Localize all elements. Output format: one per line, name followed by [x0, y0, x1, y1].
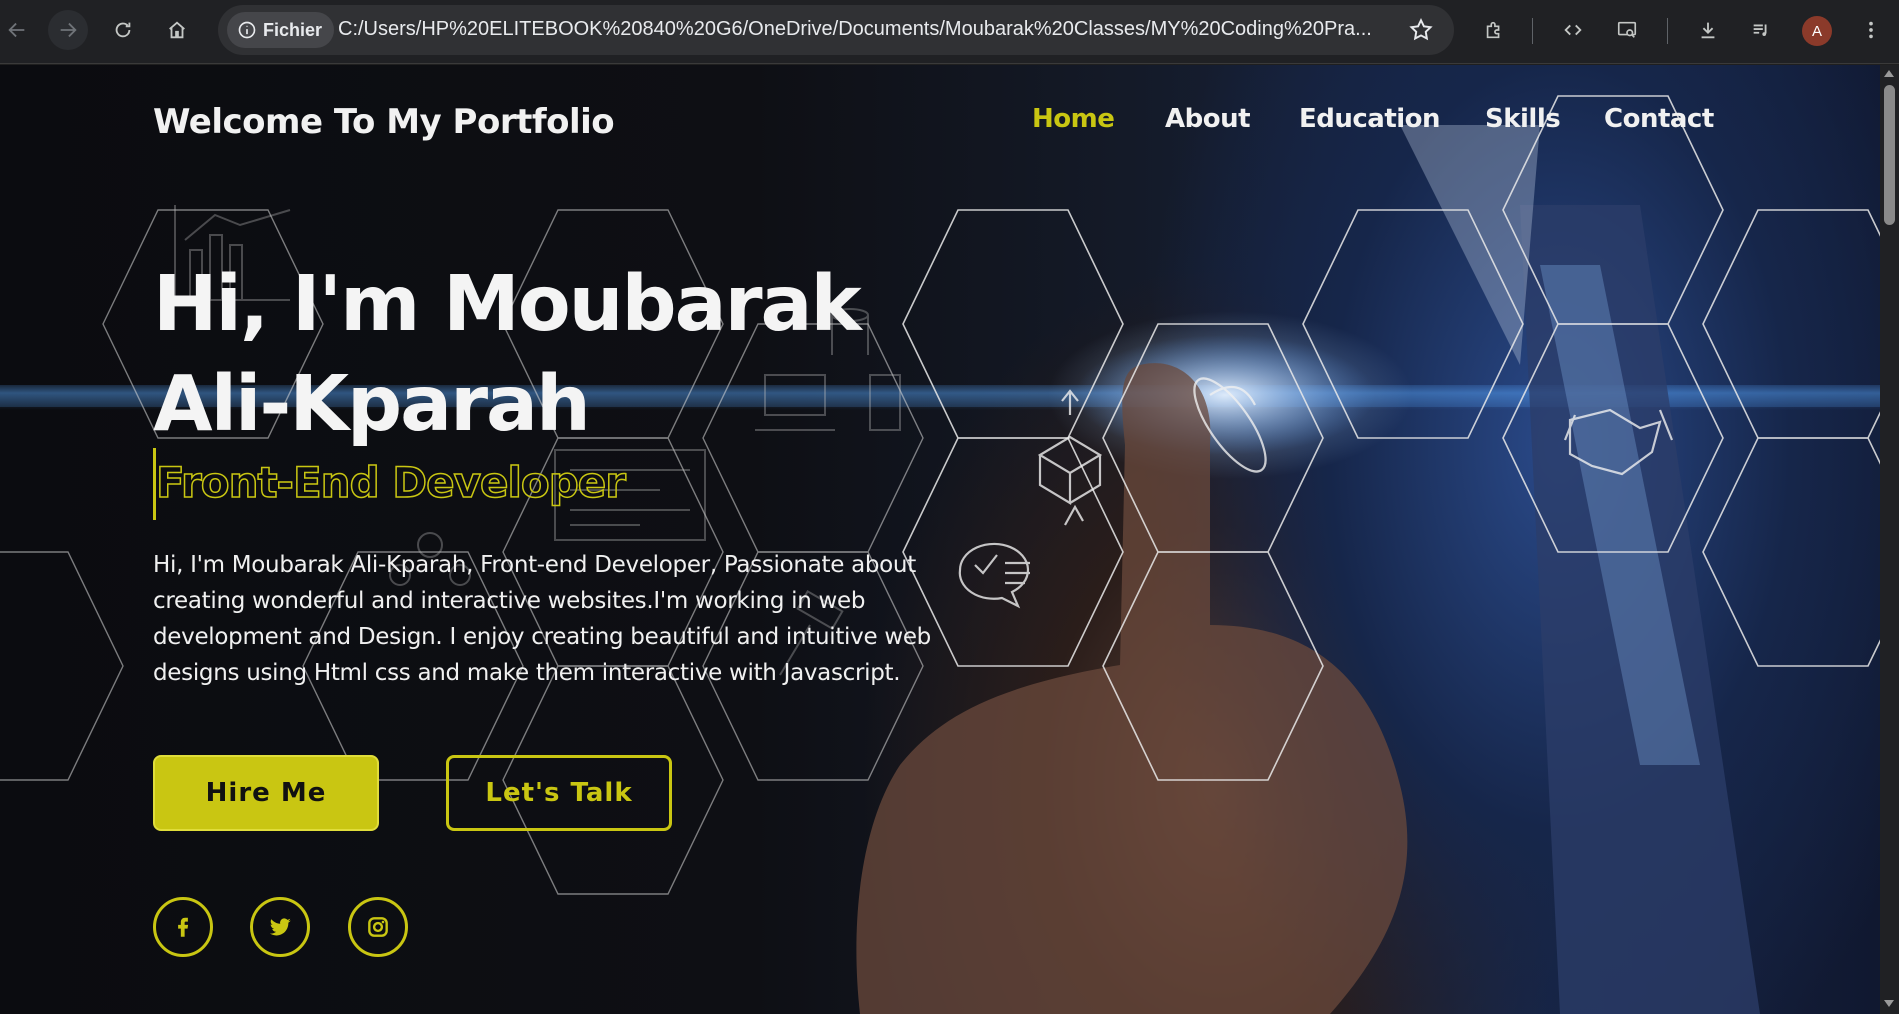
hexagon-background	[0, 95, 1880, 1014]
menu-button[interactable]	[1851, 10, 1891, 50]
nav-contact[interactable]: Contact	[1604, 104, 1714, 134]
devtools-button[interactable]	[1553, 10, 1593, 50]
lets-talk-button[interactable]: Let's Talk	[446, 755, 672, 831]
site-info-label: Fichier	[263, 19, 323, 40]
media-control-button[interactable]	[1741, 10, 1781, 50]
scroll-down-arrow[interactable]	[1884, 1000, 1894, 1007]
hero-heading: Hi, I'm Moubarak Ali-Kparah	[153, 260, 862, 449]
instagram-link[interactable]	[348, 897, 408, 957]
facebook-icon	[178, 917, 189, 937]
scrollbar-thumb[interactable]	[1884, 85, 1895, 225]
site-info-chip[interactable]: Fichier	[227, 12, 335, 48]
downloads-button[interactable]	[1688, 10, 1728, 50]
reload-icon	[115, 22, 131, 38]
hero-intro: Hi, I'm Moubarak Ali-Kparah, Front-end D…	[153, 552, 931, 686]
page-search-button[interactable]	[1607, 10, 1647, 50]
toolbar-divider	[1532, 18, 1533, 44]
download-icon	[1701, 22, 1715, 39]
site-title[interactable]: Welcome To My Portfolio	[153, 102, 615, 142]
nav-education[interactable]: Education	[1299, 104, 1441, 134]
scroll-up-arrow[interactable]	[1884, 70, 1894, 77]
hero-role: Front-End Developer	[155, 457, 626, 508]
code-icon	[1564, 24, 1582, 36]
playlist-icon	[1753, 24, 1767, 36]
nav-skills[interactable]: Skills	[1485, 104, 1561, 134]
nav-home[interactable]: Home	[1032, 104, 1115, 134]
home-icon	[169, 21, 185, 39]
facebook-link[interactable]	[153, 897, 213, 957]
hire-me-button[interactable]: Hire Me	[153, 755, 379, 831]
screen-search-icon	[1617, 21, 1637, 38]
browser-toolbar: Fichier C:/Users/HP%20ELITEBOOK%20840%20…	[0, 0, 1899, 64]
more-vertical-icon	[1869, 21, 1873, 39]
address-bar[interactable]: Fichier C:/Users/HP%20ELITEBOOK%20840%20…	[218, 5, 1454, 55]
home-button[interactable]	[157, 10, 197, 50]
forward-button[interactable]	[48, 10, 88, 50]
arrow-right-icon	[60, 22, 77, 38]
info-icon	[238, 21, 256, 39]
twitter-icon	[269, 918, 291, 936]
toolbar-divider	[1667, 18, 1668, 44]
reload-button[interactable]	[103, 10, 143, 50]
bookmark-star-icon[interactable]	[1408, 17, 1434, 43]
arrow-left-icon	[8, 22, 25, 38]
page-scrollbar[interactable]	[1880, 65, 1899, 1014]
puzzle-icon	[1486, 21, 1500, 39]
profile-avatar[interactable]: A	[1802, 16, 1832, 46]
url-text[interactable]: C:/Users/HP%20ELITEBOOK%20840%20G6/OneDr…	[338, 18, 1372, 41]
page-viewport: Welcome To My Portfolio Home About Educa…	[0, 65, 1880, 1014]
back-button[interactable]	[0, 10, 37, 50]
nav-about[interactable]: About	[1165, 104, 1251, 134]
twitter-link[interactable]	[250, 897, 310, 957]
instagram-icon	[368, 917, 388, 937]
extensions-button[interactable]	[1474, 10, 1514, 50]
